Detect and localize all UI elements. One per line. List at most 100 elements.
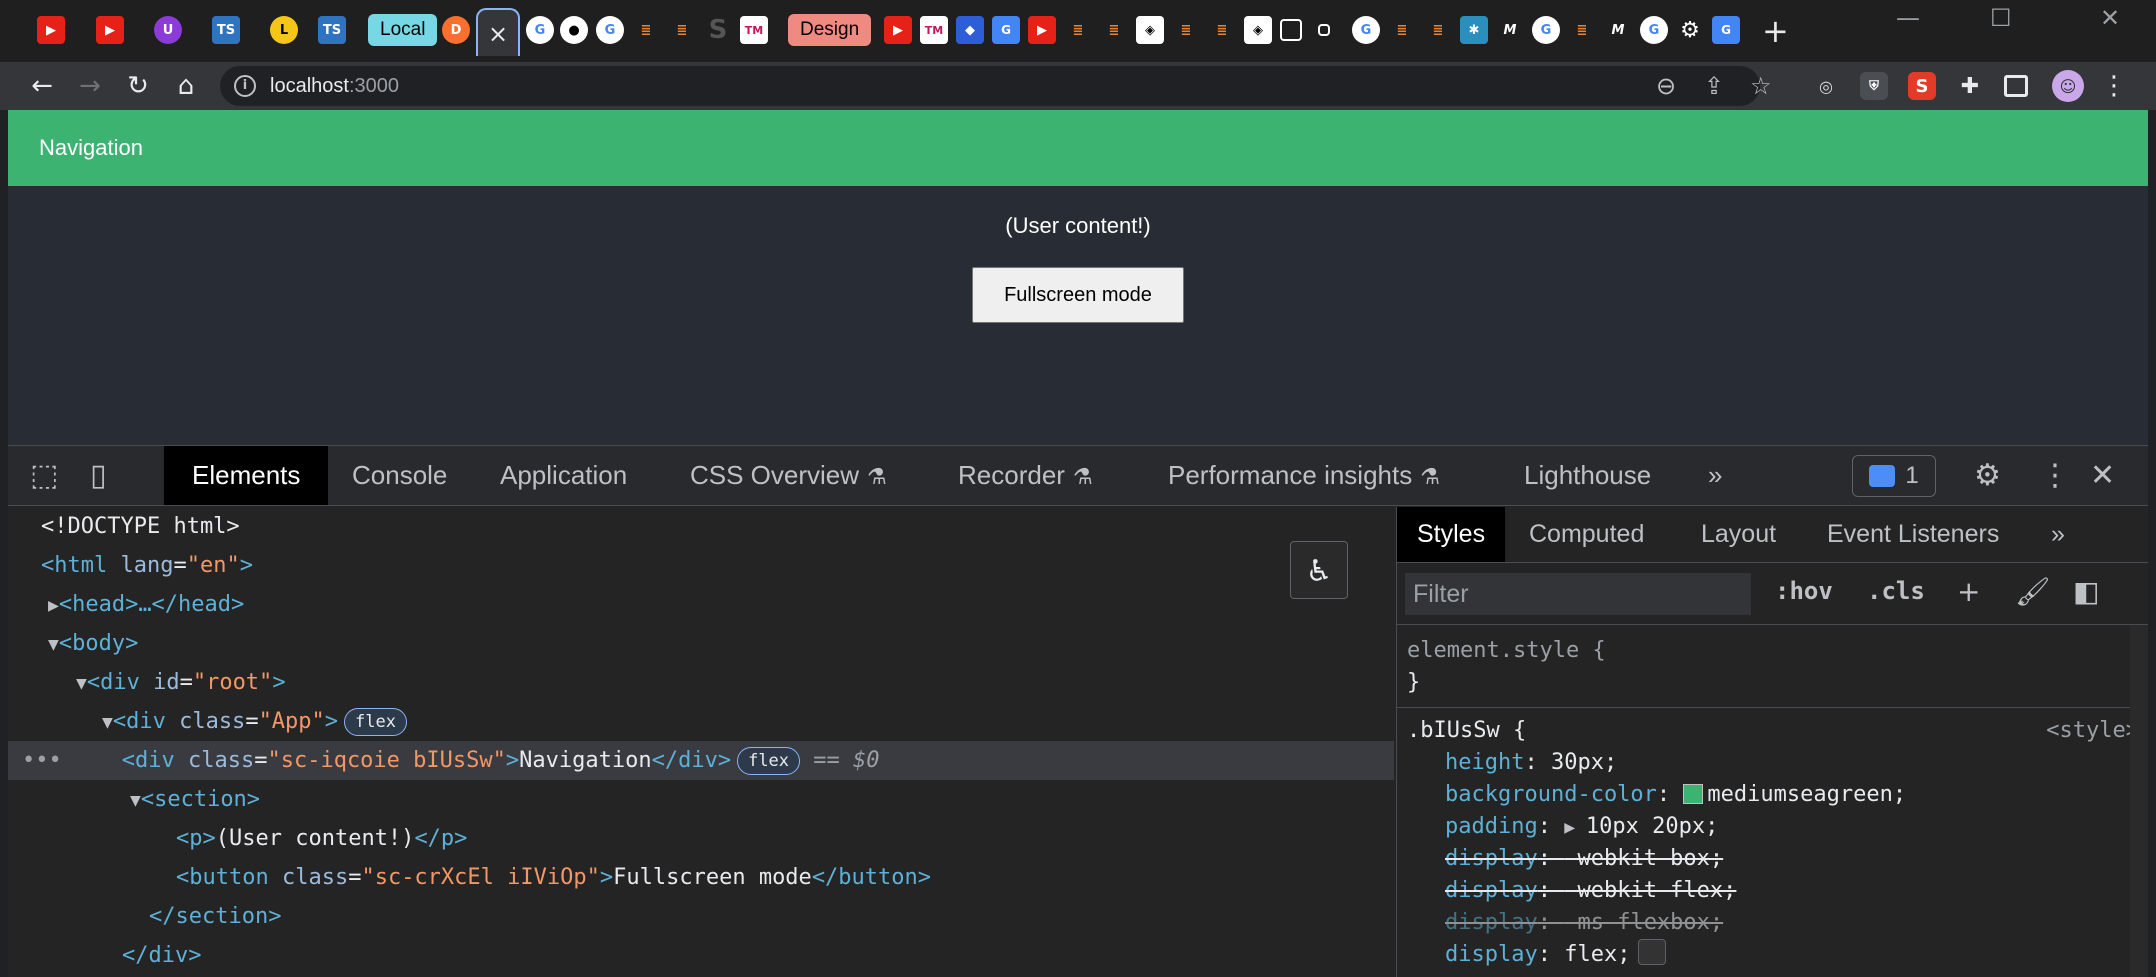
flexbox-editor-icon[interactable] bbox=[1638, 939, 1667, 965]
dom-node-section-close[interactable]: </section> bbox=[8, 897, 1394, 936]
codepen-icon[interactable]: ◈ bbox=[1136, 16, 1164, 44]
m-icon[interactable]: M bbox=[1496, 16, 1524, 44]
dom-node-head[interactable]: ▶<head>…</head> bbox=[8, 585, 1394, 624]
google-icon[interactable]: G bbox=[526, 16, 554, 44]
codepen-icon[interactable]: ◈ bbox=[1244, 16, 1272, 44]
close-devtools-icon[interactable]: ✕ bbox=[2090, 458, 2115, 493]
kebab-menu-icon[interactable]: ⋮ bbox=[2040, 458, 2070, 493]
zoom-icon[interactable]: ⊖ bbox=[1656, 72, 1676, 100]
new-rule-plus-icon[interactable]: + bbox=[1957, 575, 1980, 608]
flex-badge[interactable]: flex bbox=[737, 747, 801, 775]
device-toolbar-icon[interactable]: ▯ bbox=[90, 458, 107, 493]
styles-filter-input[interactable]: Filter bbox=[1405, 573, 1751, 615]
url-text[interactable]: localhost:3000 bbox=[270, 75, 399, 98]
stackoverflow-icon[interactable]: ≣ bbox=[1208, 16, 1236, 44]
flex-badge[interactable]: flex bbox=[344, 708, 407, 736]
gear-icon[interactable]: ⚙ bbox=[1676, 16, 1704, 44]
stackoverflow-icon[interactable]: ≣ bbox=[1568, 16, 1596, 44]
collapse-triangle-icon[interactable]: ▼ bbox=[48, 634, 59, 655]
extension-s-icon[interactable]: S bbox=[1908, 72, 1936, 100]
google-icon[interactable]: G bbox=[596, 16, 624, 44]
stackoverflow-icon[interactable]: ≣ bbox=[632, 16, 660, 44]
dom-node-button[interactable]: <button class="sc-crXcEl iIViOp">Fullscr… bbox=[8, 858, 1394, 897]
prop-display-webkit-flex[interactable]: display: -webkit-flex; bbox=[1397, 875, 2148, 907]
profile-avatar-icon[interactable]: ☺ bbox=[2052, 70, 2084, 102]
dom-node-section[interactable]: ▼<section> bbox=[8, 780, 1394, 819]
reload-button[interactable]: ↻ bbox=[122, 70, 154, 102]
rule-selector-line[interactable]: .bIUsSw {<style> bbox=[1397, 715, 2148, 747]
tab-computed[interactable]: Computed bbox=[1529, 507, 1644, 562]
extension-shield-icon[interactable]: ⛨ bbox=[1860, 72, 1888, 100]
side-panel-icon[interactable] bbox=[2004, 75, 2028, 97]
stackoverflow-icon[interactable]: ≣ bbox=[1388, 16, 1416, 44]
more-actions-icon[interactable]: ••• bbox=[8, 748, 62, 773]
prop-display-webkit-box[interactable]: display: -webkit-box; bbox=[1397, 843, 2148, 875]
stackoverflow-icon[interactable]: ≣ bbox=[1172, 16, 1200, 44]
tab-layout[interactable]: Layout bbox=[1701, 507, 1776, 562]
tab-styles[interactable]: Styles bbox=[1397, 507, 1506, 562]
prop-padding[interactable]: padding: ▶ 10px 20px; bbox=[1397, 811, 2148, 843]
rule-source-link[interactable]: <style> bbox=[2046, 715, 2139, 747]
tab-group-design[interactable]: Design bbox=[788, 14, 872, 46]
typescript-icon[interactable]: TS bbox=[318, 16, 346, 44]
square-icon[interactable] bbox=[1318, 24, 1330, 36]
dom-node-app[interactable]: ▼<div class="App"> flex bbox=[8, 702, 1394, 741]
close-window-button[interactable]: ✕ bbox=[2100, 4, 2120, 32]
tab-application[interactable]: Application bbox=[500, 446, 627, 505]
extensions-puzzle-icon[interactable]: ✚ bbox=[1956, 72, 1984, 100]
youtube-icon[interactable]: ▶ bbox=[37, 16, 65, 44]
class-toggle-button[interactable]: .cls bbox=[1867, 577, 1925, 605]
home-button[interactable]: ⌂ bbox=[170, 70, 202, 102]
google-icon[interactable]: G bbox=[1640, 16, 1668, 44]
lidl-icon[interactable]: L bbox=[270, 16, 298, 44]
inspect-element-icon[interactable]: ⬚ bbox=[30, 458, 58, 493]
tab-performance-insights[interactable]: Performance insights ⚗ bbox=[1168, 446, 1440, 505]
element-style-selector[interactable]: element.style { bbox=[1397, 635, 2148, 667]
minimize-button[interactable]: — bbox=[1896, 4, 1920, 32]
s-icon[interactable]: S bbox=[704, 15, 732, 45]
expand-triangle-icon[interactable]: ▶ bbox=[48, 595, 59, 616]
extension-icon[interactable]: ✱ bbox=[1460, 16, 1488, 44]
extension-glasses-icon[interactable]: ◎ bbox=[1812, 72, 1840, 100]
stackoverflow-icon[interactable]: ≣ bbox=[1424, 16, 1452, 44]
app-icon[interactable]: D bbox=[442, 16, 470, 44]
tab-recorder[interactable]: Recorder ⚗ bbox=[958, 446, 1093, 505]
stackoverflow-icon[interactable]: ≣ bbox=[1064, 16, 1092, 44]
tab-lighthouse[interactable]: Lighthouse bbox=[1524, 446, 1651, 505]
back-button[interactable]: ← bbox=[26, 70, 58, 102]
tab-console[interactable]: Console bbox=[352, 446, 447, 505]
dom-node-navigation-selected[interactable]: ••• <div class="sc-iqcoie bIUsSw">Navigat… bbox=[8, 741, 1394, 780]
github-icon[interactable]: ● bbox=[560, 16, 588, 44]
prop-display-flex[interactable]: display: flex; bbox=[1397, 939, 2148, 971]
prop-background-color[interactable]: background-color: mediumseagreen; bbox=[1397, 779, 2148, 811]
tm-icon[interactable]: TM bbox=[920, 16, 948, 44]
square-icon[interactable] bbox=[1280, 19, 1302, 41]
dom-node-body[interactable]: ▼<body> bbox=[8, 624, 1394, 663]
tab-group-local[interactable]: Local bbox=[368, 14, 438, 46]
maximize-button[interactable]: ☐ bbox=[1990, 4, 2012, 32]
dom-node-root[interactable]: ▼<div id="root"> bbox=[8, 663, 1394, 702]
styles-scrollbar[interactable] bbox=[2130, 625, 2148, 977]
tm-icon[interactable]: TM bbox=[740, 16, 768, 44]
close-icon[interactable]: × bbox=[478, 20, 518, 48]
translate-icon[interactable]: G bbox=[992, 16, 1020, 44]
dom-node-doctype[interactable]: <!DOCTYPE html> bbox=[8, 507, 1394, 546]
fullscreen-mode-button[interactable]: Fullscreen mode bbox=[972, 267, 1184, 323]
prop-height[interactable]: height: 30px; bbox=[1397, 747, 2148, 779]
color-swatch[interactable] bbox=[1683, 784, 1704, 804]
stackoverflow-icon[interactable]: ≣ bbox=[1100, 16, 1128, 44]
translate-icon[interactable]: G bbox=[1712, 16, 1740, 44]
share-icon[interactable]: ⇪ bbox=[1704, 72, 1724, 100]
active-tab[interactable]: × bbox=[476, 8, 520, 56]
collapse-triangle-icon[interactable]: ▼ bbox=[102, 712, 113, 733]
m-icon[interactable]: M bbox=[1604, 16, 1632, 44]
toggle-sidebar-icon[interactable]: ◧ bbox=[2073, 575, 2099, 608]
more-tabs-icon[interactable]: » bbox=[1708, 446, 1722, 505]
new-tab-button[interactable]: + bbox=[1762, 12, 1789, 50]
menu-button[interactable]: ⋮ bbox=[2098, 70, 2130, 102]
youtube-icon[interactable]: ▶ bbox=[96, 16, 124, 44]
address-bar[interactable]: i localhost:3000 ⊖ ⇪ ☆ bbox=[220, 66, 1772, 106]
tab-elements[interactable]: Elements bbox=[164, 446, 329, 505]
info-icon[interactable]: i bbox=[234, 75, 256, 97]
collapse-triangle-icon[interactable]: ▼ bbox=[76, 673, 87, 694]
